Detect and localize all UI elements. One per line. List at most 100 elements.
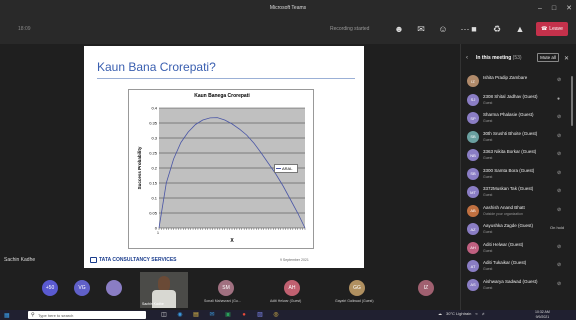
gallery-avatar[interactable]: GG bbox=[349, 280, 365, 296]
participant-name: Aditi Tukaikar (Guest) bbox=[483, 260, 527, 265]
participant-name: Aishwarya Sadwad (Guest) bbox=[483, 278, 538, 284]
task-view-icon[interactable]: ◫ bbox=[160, 311, 168, 319]
gallery-label: Sonali Mahavrani (Gu... bbox=[204, 299, 241, 303]
mail-icon[interactable]: ✉ bbox=[208, 311, 216, 319]
people-icon[interactable]: ☻ bbox=[393, 23, 405, 35]
chat-icon[interactable]: ✉ bbox=[415, 23, 427, 35]
reactions-icon[interactable]: ☺ bbox=[437, 23, 449, 35]
maximize-button[interactable]: □ bbox=[552, 5, 556, 12]
participant-row[interactable]: IZ Ishita Pradip Zambare ⊘ bbox=[461, 72, 576, 91]
y-tick-label: 0.3 bbox=[151, 136, 157, 141]
participant-row[interactable]: NB 3363 Nikita Borkar (Guest) Guest ⊘ bbox=[461, 146, 576, 165]
participant-row[interactable]: SB 3300 Samta Bora (Guest) Guest ⊘ bbox=[461, 165, 576, 184]
excel-icon[interactable]: ▣ bbox=[224, 311, 232, 319]
file-explorer-icon[interactable]: ▤ bbox=[192, 311, 200, 319]
search-placeholder: Type here to search bbox=[38, 312, 74, 318]
presentation-slide: Kaun Bana Crorepati? Kaun Banega Crorepa… bbox=[84, 46, 364, 268]
mic-off-icon[interactable]: ⊘ bbox=[557, 281, 561, 287]
gallery-avatar[interactable] bbox=[106, 280, 122, 296]
gallery-avatar[interactable]: SM bbox=[218, 280, 234, 296]
y-tick-label: 0.35 bbox=[149, 121, 158, 126]
gallery-avatar[interactable]: AH bbox=[284, 280, 300, 296]
mute-all-button[interactable]: Mute all bbox=[537, 53, 559, 62]
participant-name: 3363 Nikita Borkar (Guest) bbox=[483, 149, 537, 154]
video-tile-label: Sachin Kadhe bbox=[142, 302, 164, 306]
close-window-button[interactable]: ✕ bbox=[566, 4, 572, 12]
leave-button[interactable]: ☎ Leave bbox=[536, 22, 568, 36]
panel-title: In this meeting (53) bbox=[476, 55, 522, 61]
participant-role: Guest bbox=[483, 267, 493, 271]
gallery-avatar[interactable]: IZ bbox=[418, 280, 434, 296]
gallery-label: Aditi Helwar (Guest) bbox=[270, 299, 302, 303]
x-axis-label: X bbox=[230, 238, 234, 244]
participant-role: Guest bbox=[483, 137, 493, 142]
participant-role: Guest bbox=[483, 230, 493, 234]
participant-row[interactable]: AH Aditi Helwar (Guest) Guest ⊘ bbox=[461, 239, 576, 258]
mic-icon[interactable]: ♻ bbox=[491, 23, 503, 35]
scrollbar[interactable] bbox=[571, 76, 573, 126]
minimize-button[interactable]: – bbox=[538, 5, 542, 12]
mic-off-icon[interactable]: ⊘ bbox=[557, 207, 561, 213]
participant-count: (53) bbox=[512, 55, 522, 61]
meeting-toolbar: 18:09 Recording started ☻ ✉ ☺ ⋯ ■ ♻ ▲ bbox=[0, 16, 576, 44]
participant-name: 2308 Shital Jadhav (Guest) bbox=[483, 93, 538, 99]
y-tick-label: 0.15 bbox=[149, 181, 158, 186]
window-controls: – □ ✕ bbox=[538, 0, 572, 16]
slide-footer: TATA CONSULTANCY SERVICES 9 September 20… bbox=[84, 252, 364, 268]
powerpoint-icon[interactable]: ● bbox=[240, 311, 248, 319]
taskbar-apps: ◫ ◉ ▤ ✉ ▣ ● ▨ ◎ bbox=[160, 311, 280, 319]
mic-off-icon[interactable]: ⊘ bbox=[557, 188, 561, 194]
system-tray: ☁ 30°C Lightrain ≈ ♬ bbox=[438, 311, 486, 316]
back-icon[interactable]: ‹ bbox=[466, 55, 468, 61]
video-tile[interactable]: Sachin Kadhe bbox=[140, 272, 188, 308]
mic-off-icon[interactable]: ⊘ bbox=[557, 244, 561, 250]
on-hold-status: On hold bbox=[550, 225, 565, 230]
participant-name: Aditi Helwar (Guest) bbox=[483, 241, 524, 247]
panel-header: ‹ In this meeting (53) Mute all ✕ bbox=[461, 50, 576, 66]
participant-row[interactable]: SJ 2308 Shital Jadhav (Guest) Guest ● bbox=[461, 91, 576, 110]
avatar: SP bbox=[467, 112, 479, 124]
participant-name: Aayushka Zagde (Guest) bbox=[483, 223, 534, 228]
taskbar-search[interactable]: ⚲ Type here to search bbox=[28, 311, 146, 319]
edge-icon[interactable]: ◉ bbox=[176, 311, 184, 319]
shared-screen: Kaun Bana Crorepati? Kaun Banega Crorepa… bbox=[0, 44, 460, 272]
share-icon[interactable]: ▲ bbox=[514, 23, 526, 35]
wifi-icon[interactable]: ≈ bbox=[475, 311, 477, 316]
participant-name: Sharma Phalasie (Guest) bbox=[483, 112, 534, 117]
avatar: SB bbox=[467, 167, 479, 180]
participant-row[interactable]: MT 3372Muskan Tak (Guest) Guest ⊘ bbox=[461, 183, 576, 202]
participant-list: IZ Ishita Pradip Zambare ⊘ SJ 2308 Shital Ja… bbox=[461, 72, 576, 294]
participant-role: Outside your organization bbox=[483, 211, 523, 216]
window-title: Microsoft Teams bbox=[269, 5, 307, 11]
volume-icon[interactable]: ♬ bbox=[482, 311, 486, 316]
participant-row[interactable]: SP Sharma Phalasie (Guest) Guest ⊘ bbox=[461, 109, 576, 128]
teams-icon[interactable]: ▨ bbox=[256, 311, 264, 319]
mic-off-icon[interactable]: ⊘ bbox=[557, 77, 561, 83]
participant-role: Guest bbox=[483, 174, 493, 179]
camera-icon[interactable]: ■ bbox=[468, 23, 480, 35]
mic-off-icon[interactable]: ⊘ bbox=[557, 133, 561, 139]
mic-off-icon[interactable]: ⊘ bbox=[557, 114, 561, 120]
participant-row[interactable]: AZ Aayushka Zagde (Guest) Guest On hold bbox=[461, 220, 576, 239]
gallery-avatar[interactable]: VG bbox=[74, 280, 90, 296]
windows-start-icon[interactable]: ▦ bbox=[4, 312, 10, 319]
mic-off-icon[interactable]: ⊘ bbox=[557, 170, 561, 176]
participant-row[interactable]: AS Aishwarya Sadwad (Guest) Guest ⊘ bbox=[461, 276, 576, 295]
gallery-avatar[interactable]: +50 bbox=[42, 280, 58, 296]
mic-on-icon[interactable]: ● bbox=[557, 96, 560, 102]
avatar: AS bbox=[467, 278, 479, 291]
participant-role: Guest bbox=[483, 119, 493, 123]
avatar: SJ bbox=[467, 93, 479, 106]
y-tick-label: 0.05 bbox=[149, 211, 158, 216]
participant-row[interactable]: AT Aditi Tukaikar (Guest) Guest ⊘ bbox=[461, 257, 576, 276]
participant-name: 3300 Samta Bora (Guest) bbox=[483, 167, 535, 173]
mic-off-icon[interactable]: ⊘ bbox=[557, 151, 561, 157]
presenter-name: Sachin Kadhe bbox=[4, 257, 36, 263]
taskbar-clock[interactable]: 10:32 AM 9/9/2021 bbox=[535, 310, 550, 319]
avatar: AH bbox=[467, 241, 479, 254]
mic-off-icon[interactable]: ⊘ bbox=[557, 262, 561, 268]
chrome-icon[interactable]: ◎ bbox=[272, 311, 280, 319]
participant-row[interactable]: SB 30th Srushti Bhoite (Guest) Guest ⊘ bbox=[461, 128, 576, 147]
close-icon[interactable]: ✕ bbox=[564, 55, 569, 62]
participant-row[interactable]: AB Aashish Anand Bhatt Outside your organi… bbox=[461, 202, 576, 221]
